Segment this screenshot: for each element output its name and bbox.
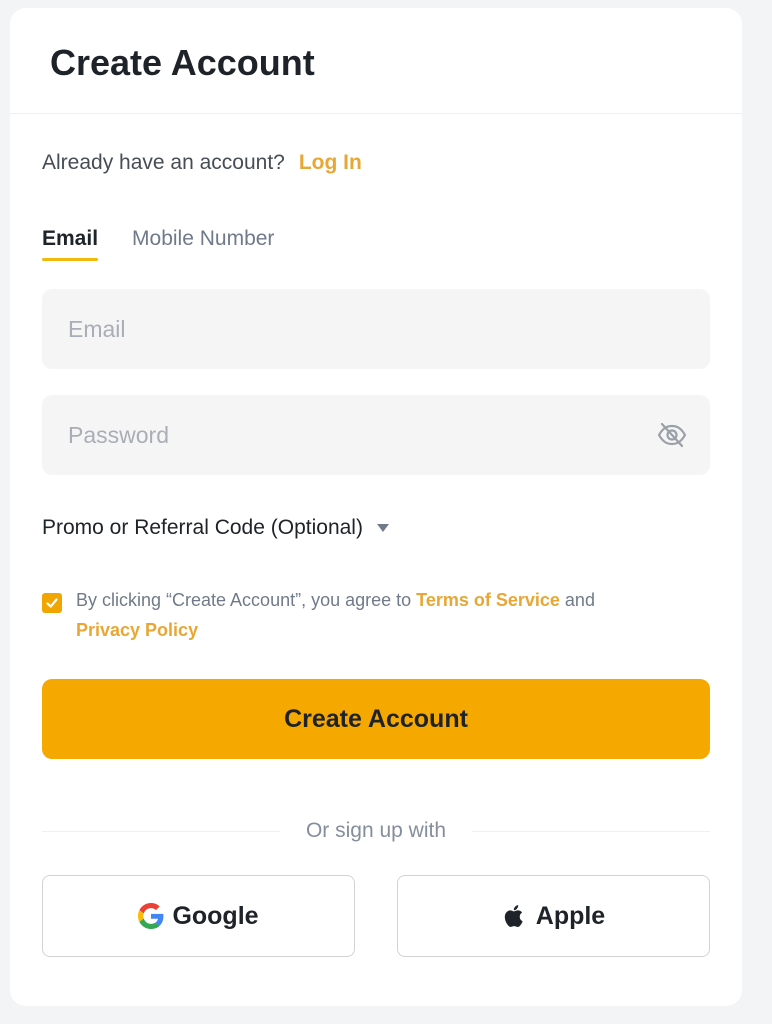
card-body: Already have an account? Log In Email Mob…: [10, 150, 742, 957]
terms-checkbox[interactable]: [42, 593, 62, 613]
card-header: Create Account: [10, 8, 742, 114]
divider-label: Or sign up with: [305, 819, 447, 842]
divider-line-right: [472, 830, 710, 832]
social-divider: Or sign up with: [42, 819, 710, 843]
terms-prefix: By clicking “Create Account”, you agree …: [76, 590, 417, 610]
promo-code-label: Promo or Referral Code (Optional): [42, 516, 363, 539]
divider-line-left: [42, 830, 280, 832]
apple-signup-button[interactable]: Apple: [397, 875, 710, 957]
create-account-button[interactable]: Create Account: [42, 679, 710, 759]
tab-email[interactable]: Email: [42, 226, 99, 261]
promo-code-toggle[interactable]: Promo or Referral Code (Optional): [42, 515, 710, 541]
password-field[interactable]: [42, 395, 710, 475]
signup-method-tabs: Email Mobile Number: [42, 226, 710, 261]
password-field-container: [42, 395, 710, 475]
login-prompt-text: Already have an account?: [42, 151, 285, 174]
privacy-policy-link[interactable]: Privacy Policy: [76, 620, 198, 640]
login-link[interactable]: Log In: [299, 151, 362, 174]
terms-conjunction: and: [559, 590, 595, 610]
terms-text: By clicking “Create Account”, you agree …: [76, 585, 595, 645]
google-button-label: Google: [172, 901, 259, 930]
google-icon: [138, 903, 164, 929]
terms-row: By clicking “Create Account”, you agree …: [42, 585, 710, 645]
terms-of-service-link[interactable]: Terms of Service: [416, 590, 560, 610]
eye-slash-icon[interactable]: [656, 419, 688, 451]
page-title: Create Account: [50, 42, 315, 83]
signup-card: Create Account Already have an account? L…: [10, 8, 742, 1006]
google-signup-button[interactable]: Google: [42, 875, 355, 957]
email-field-container: [42, 289, 710, 369]
tab-mobile-number[interactable]: Mobile Number: [132, 226, 274, 261]
chevron-down-icon: [376, 524, 389, 532]
checkmark-icon: [46, 598, 58, 608]
login-prompt-row: Already have an account? Log In: [42, 150, 710, 176]
apple-button-label: Apple: [535, 901, 606, 930]
apple-icon: [504, 905, 523, 927]
email-field[interactable]: [42, 289, 710, 369]
social-buttons: Google Apple: [42, 875, 710, 957]
